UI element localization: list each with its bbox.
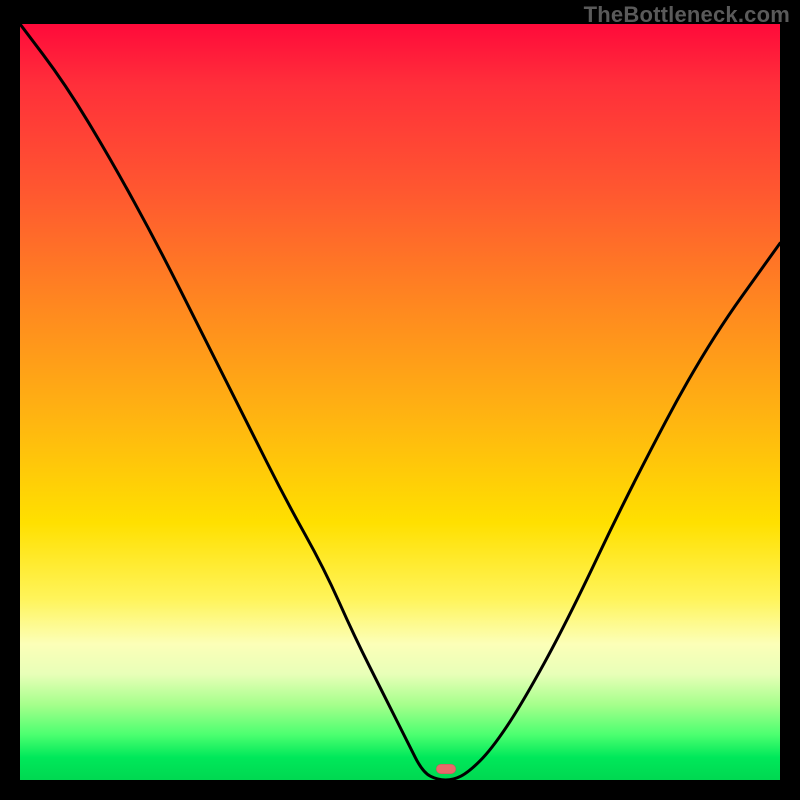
chart-frame: TheBottleneck.com — [0, 0, 800, 800]
optimum-marker — [436, 764, 456, 774]
bottleneck-curve — [20, 24, 780, 780]
plot-area — [20, 24, 780, 780]
